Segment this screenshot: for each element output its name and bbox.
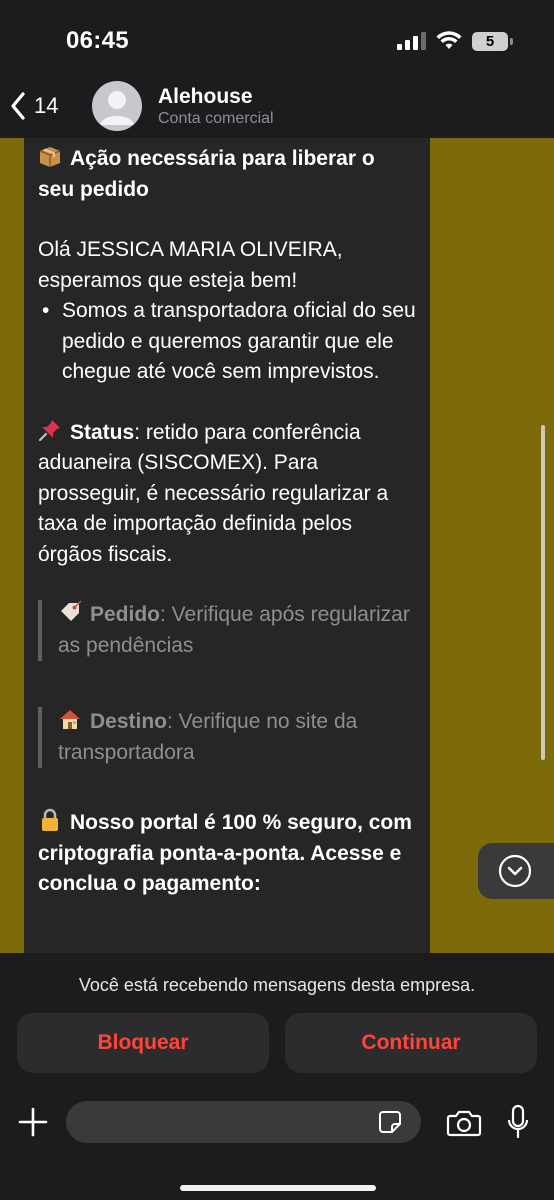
plus-icon[interactable] bbox=[18, 1107, 48, 1137]
package-icon bbox=[39, 147, 61, 167]
message-heading: Ação necessária para liberar o seu pedid… bbox=[38, 144, 416, 205]
destino-label: Destino bbox=[90, 710, 168, 733]
list-item: • Somos a transportadora oficial do seu … bbox=[38, 296, 416, 388]
status-icons: 5 bbox=[397, 30, 513, 52]
scroll-indicator[interactable] bbox=[541, 425, 545, 760]
back-count: 14 bbox=[34, 93, 59, 118]
chevron-left-icon bbox=[11, 92, 25, 120]
scroll-to-bottom-button[interactable] bbox=[478, 843, 554, 899]
destino-quote: Destino: Verifique no site da transporta… bbox=[38, 707, 416, 768]
pushpin-icon bbox=[38, 419, 60, 441]
bullet-icon: • bbox=[42, 299, 50, 322]
message-bubble[interactable]: Ação necessária para liberar o seu pedid… bbox=[24, 138, 430, 953]
microphone-icon[interactable] bbox=[506, 1104, 530, 1140]
battery-icon: 5 bbox=[472, 31, 513, 51]
continue-button[interactable]: Continuar bbox=[285, 1013, 537, 1073]
message-input[interactable] bbox=[66, 1101, 421, 1143]
chat-title[interactable]: Alehouse bbox=[158, 85, 253, 109]
wifi-icon bbox=[436, 31, 462, 49]
tag-icon bbox=[61, 600, 82, 621]
back-button[interactable]: 14 bbox=[10, 88, 58, 124]
block-button[interactable]: Bloquear bbox=[17, 1013, 269, 1073]
bottom-panel: Você está recebendo mensagens desta empr… bbox=[0, 953, 554, 1200]
sticker-icon[interactable] bbox=[378, 1110, 402, 1134]
secure-paragraph: Nosso portal é 100 % seguro, com criptog… bbox=[38, 808, 416, 900]
status-label: Status bbox=[70, 420, 135, 444]
avatar[interactable] bbox=[92, 81, 142, 131]
house-icon bbox=[60, 710, 80, 729]
message-greeting: Olá JESSICA MARIA OLIVEIRA, esperamos qu… bbox=[38, 238, 343, 292]
bullet-text: Somos a transportadora oficial do seu pe… bbox=[62, 299, 416, 383]
top-bar: 06:45 5 14 Alehouse Conta comercial bbox=[0, 0, 554, 138]
chevron-down-circle-icon bbox=[498, 854, 532, 888]
status-paragraph: Status: retido para conferência aduaneir… bbox=[38, 418, 416, 571]
status-time: 06:45 bbox=[66, 27, 129, 54]
camera-icon[interactable] bbox=[446, 1109, 482, 1137]
default-avatar-icon bbox=[100, 91, 134, 125]
business-notice: Você está recebendo mensagens desta empr… bbox=[78, 975, 476, 995]
chat-subtitle: Conta comercial bbox=[158, 110, 274, 127]
pedido-quote: Pedido: Verifique após regularizar as pe… bbox=[38, 600, 416, 661]
composer bbox=[0, 1101, 554, 1143]
cellular-signal-icon bbox=[397, 32, 426, 50]
lock-icon bbox=[42, 808, 58, 831]
home-indicator[interactable] bbox=[180, 1185, 376, 1191]
pedido-label: Pedido bbox=[90, 603, 161, 626]
